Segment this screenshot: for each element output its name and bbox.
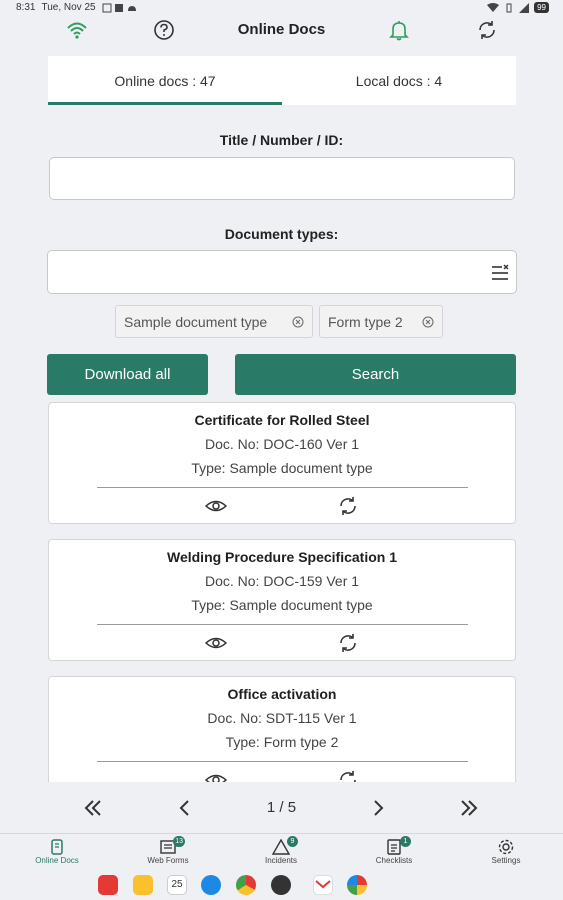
chip-sample-document-type[interactable]: Sample document type (115, 305, 313, 338)
document-list[interactable]: Certificate for Rolled Steel Doc. No: DO… (0, 402, 563, 782)
document-number: Doc. No: SDT-115 Ver 1 (207, 710, 357, 726)
incidents-badge: 9 (287, 836, 298, 847)
title-field-label: Title / Number / ID: (219, 132, 344, 148)
notification-icons (102, 3, 136, 12)
next-page-icon[interactable] (366, 796, 390, 820)
nav-label: Web Forms (147, 856, 189, 865)
pagination: 1 / 5 (0, 790, 563, 826)
bottom-navigation: Online Docs 13 Web Forms 9 Incidents 1 C… (0, 833, 563, 871)
tab-online-docs[interactable]: Online docs : 47 (48, 56, 282, 105)
card-divider (97, 624, 468, 625)
document-type: Type: Sample document type (191, 597, 373, 613)
messages-app-icon[interactable] (201, 875, 221, 895)
nav-checklists[interactable]: 1 Checklists (359, 836, 429, 865)
docs-icon (51, 839, 63, 855)
camera-app-icon[interactable] (271, 875, 291, 895)
sync-icon[interactable] (337, 769, 359, 782)
system-taskbar: 25 (0, 872, 563, 900)
vibrate-icon (506, 3, 512, 12)
eye-icon[interactable] (205, 632, 227, 654)
document-type: Type: Form type 2 (225, 734, 339, 750)
download-all-button[interactable]: Download all (47, 354, 208, 395)
status-time: 8:31 (16, 2, 36, 13)
document-types-select[interactable] (47, 250, 517, 294)
card-divider (97, 761, 468, 762)
document-type: Type: Sample document type (191, 460, 373, 476)
nav-online-docs[interactable]: Online Docs (22, 838, 92, 865)
document-number: Doc. No: DOC-160 Ver 1 (204, 436, 360, 452)
eye-icon[interactable] (205, 769, 227, 782)
document-title: Certificate for Rolled Steel (194, 412, 370, 428)
nav-settings[interactable]: Settings (471, 838, 541, 865)
notes-app-icon[interactable] (98, 875, 118, 895)
nav-incidents[interactable]: 9 Incidents (246, 836, 316, 865)
last-page-icon[interactable] (457, 796, 481, 820)
nav-label: Checklists (375, 856, 413, 865)
battery-indicator: 99 (534, 2, 549, 13)
tab-local-docs[interactable]: Local docs : 4 (282, 56, 516, 105)
status-bar: 8:31 Tue, Nov 25 99 (0, 0, 563, 16)
mail-icon (315, 880, 331, 889)
chip-form-type-2[interactable]: Form type 2 (319, 305, 443, 338)
document-number: Doc. No: DOC-159 Ver 1 (204, 573, 360, 589)
photos-app-icon[interactable] (347, 875, 367, 895)
doc-tabs: Online docs : 47 Local docs : 4 (48, 56, 516, 105)
status-date: Tue, Nov 25 (41, 2, 96, 13)
search-button[interactable]: Search (235, 354, 516, 395)
sync-icon[interactable] (337, 632, 359, 654)
eye-icon[interactable] (205, 495, 227, 517)
filter-list-icon[interactable] (490, 263, 510, 283)
wifi-status-icon (487, 2, 500, 12)
sync-icon[interactable] (337, 495, 359, 517)
document-title: Welding Procedure Specification 1 (166, 549, 397, 565)
checklists-badge: 1 (400, 836, 411, 847)
document-types-label: Document types: (224, 226, 339, 242)
document-card[interactable]: Certificate for Rolled Steel Doc. No: DO… (48, 402, 516, 524)
nav-web-forms[interactable]: 13 Web Forms (133, 836, 203, 865)
web-forms-badge: 13 (173, 836, 185, 847)
document-card[interactable]: Welding Procedure Specification 1 Doc. N… (48, 539, 516, 661)
document-title: Office activation (227, 686, 337, 702)
app-bar: Online Docs (0, 16, 563, 44)
files-app-icon[interactable] (133, 875, 153, 895)
chip-remove-icon[interactable] (292, 316, 304, 328)
bell-icon[interactable] (388, 19, 410, 41)
card-divider (97, 487, 468, 488)
sync-icon[interactable] (476, 19, 498, 41)
nav-label: Incidents (264, 856, 298, 865)
chip-label: Sample document type (124, 313, 268, 330)
nav-label: Settings (491, 856, 521, 865)
gmail-app-icon[interactable] (313, 875, 333, 895)
chip-remove-icon[interactable] (422, 316, 434, 328)
chrome-app-icon[interactable] (236, 875, 256, 895)
chip-label: Form type 2 (328, 313, 403, 330)
gear-icon (498, 839, 514, 855)
signal-icon (519, 2, 530, 13)
title-search-input[interactable] (49, 157, 515, 200)
tab-indicator (48, 102, 282, 105)
document-card[interactable]: Office activation Doc. No: SDT-115 Ver 1… (48, 676, 516, 782)
calendar-app-icon[interactable]: 25 (167, 875, 187, 895)
nav-label: Online Docs (35, 856, 79, 865)
